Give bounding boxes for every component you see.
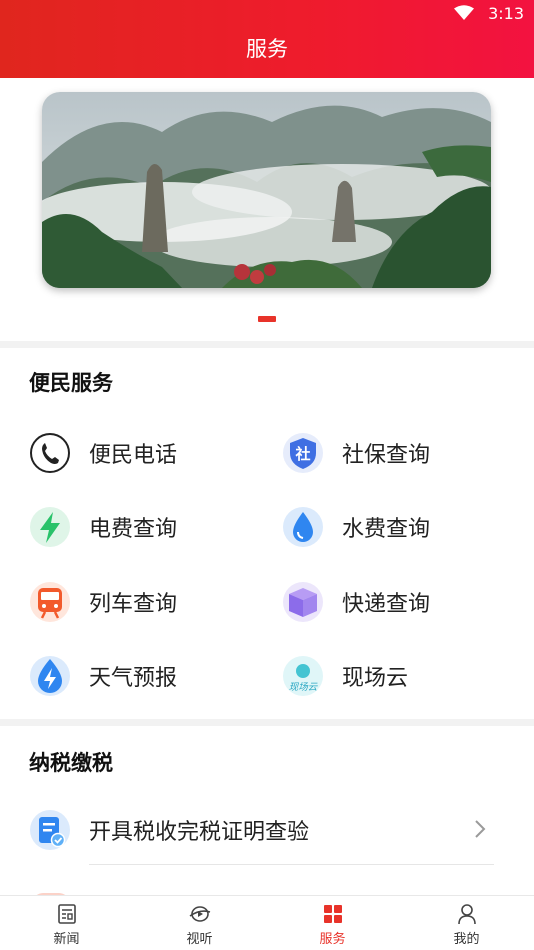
nav-label: 新闻 bbox=[53, 932, 80, 947]
service-grid-icon bbox=[323, 905, 342, 923]
train-icon bbox=[29, 581, 71, 623]
list-divider bbox=[89, 864, 494, 865]
news-icon bbox=[57, 904, 76, 924]
service-express[interactable]: 快递查询 bbox=[282, 577, 430, 627]
chevron-right-icon bbox=[475, 820, 486, 838]
package-icon bbox=[282, 581, 324, 623]
social-security-icon: 社 bbox=[282, 432, 324, 474]
water-drop-icon bbox=[282, 506, 324, 548]
service-label: 现场云 bbox=[342, 666, 409, 691]
profile-icon bbox=[457, 904, 476, 925]
tax-certificate-icon bbox=[29, 809, 71, 851]
section-divider bbox=[0, 719, 534, 726]
lightning-icon bbox=[29, 506, 71, 548]
status-bar: 3:13 bbox=[0, 0, 534, 28]
service-label: 社保查询 bbox=[342, 443, 431, 468]
video-icon bbox=[189, 906, 210, 922]
nav-news[interactable]: 新闻 bbox=[0, 896, 133, 950]
service-xianchangyun[interactable]: 现场云 现场云 bbox=[282, 651, 408, 701]
service-weather[interactable]: 天气预报 bbox=[29, 651, 177, 701]
carousel-indicator[interactable] bbox=[258, 316, 276, 322]
service-label: 列车查询 bbox=[89, 592, 178, 617]
service-train[interactable]: 列车查询 bbox=[29, 577, 177, 627]
tax-certificate-row[interactable]: 开具税收完税证明查验 bbox=[29, 805, 495, 855]
wifi-icon bbox=[454, 5, 474, 20]
svg-text:现场云: 现场云 bbox=[289, 682, 319, 693]
svg-text:社: 社 bbox=[294, 445, 310, 463]
phone-icon bbox=[29, 432, 71, 474]
bottom-nav: 新闻 视听 服务 我的 bbox=[0, 895, 534, 950]
service-label: 水费查询 bbox=[342, 517, 431, 542]
app-header: 3:13 服务 bbox=[0, 0, 534, 78]
xianchangyun-logo: 现场云 bbox=[282, 655, 324, 697]
service-phone[interactable]: 便民电话 bbox=[29, 428, 177, 478]
banner-image bbox=[42, 92, 491, 288]
section-title-tax: 纳税缴税 bbox=[29, 751, 113, 775]
page-title: 服务 bbox=[246, 37, 288, 61]
service-social-security[interactable]: 社 社保查询 bbox=[282, 428, 430, 478]
service-label: 电费查询 bbox=[89, 517, 178, 542]
section-divider bbox=[0, 341, 534, 348]
weather-icon bbox=[29, 655, 71, 697]
section-title-convenience: 便民服务 bbox=[29, 371, 113, 395]
nav-video[interactable]: 视听 bbox=[133, 896, 266, 950]
status-time: 3:13 bbox=[488, 4, 524, 23]
service-label: 天气预报 bbox=[89, 666, 178, 691]
service-label: 便民电话 bbox=[89, 443, 178, 468]
banner-carousel[interactable] bbox=[42, 92, 491, 288]
nav-profile[interactable]: 我的 bbox=[400, 896, 533, 950]
nav-label: 服务 bbox=[319, 932, 346, 947]
nav-service[interactable]: 服务 bbox=[266, 896, 399, 950]
service-electricity[interactable]: 电费查询 bbox=[29, 502, 177, 552]
tax-item-label: 开具税收完税证明查验 bbox=[89, 820, 310, 845]
nav-label: 视听 bbox=[186, 932, 213, 947]
service-label: 快递查询 bbox=[342, 592, 431, 617]
nav-label: 我的 bbox=[453, 932, 480, 947]
service-water[interactable]: 水费查询 bbox=[282, 502, 430, 552]
